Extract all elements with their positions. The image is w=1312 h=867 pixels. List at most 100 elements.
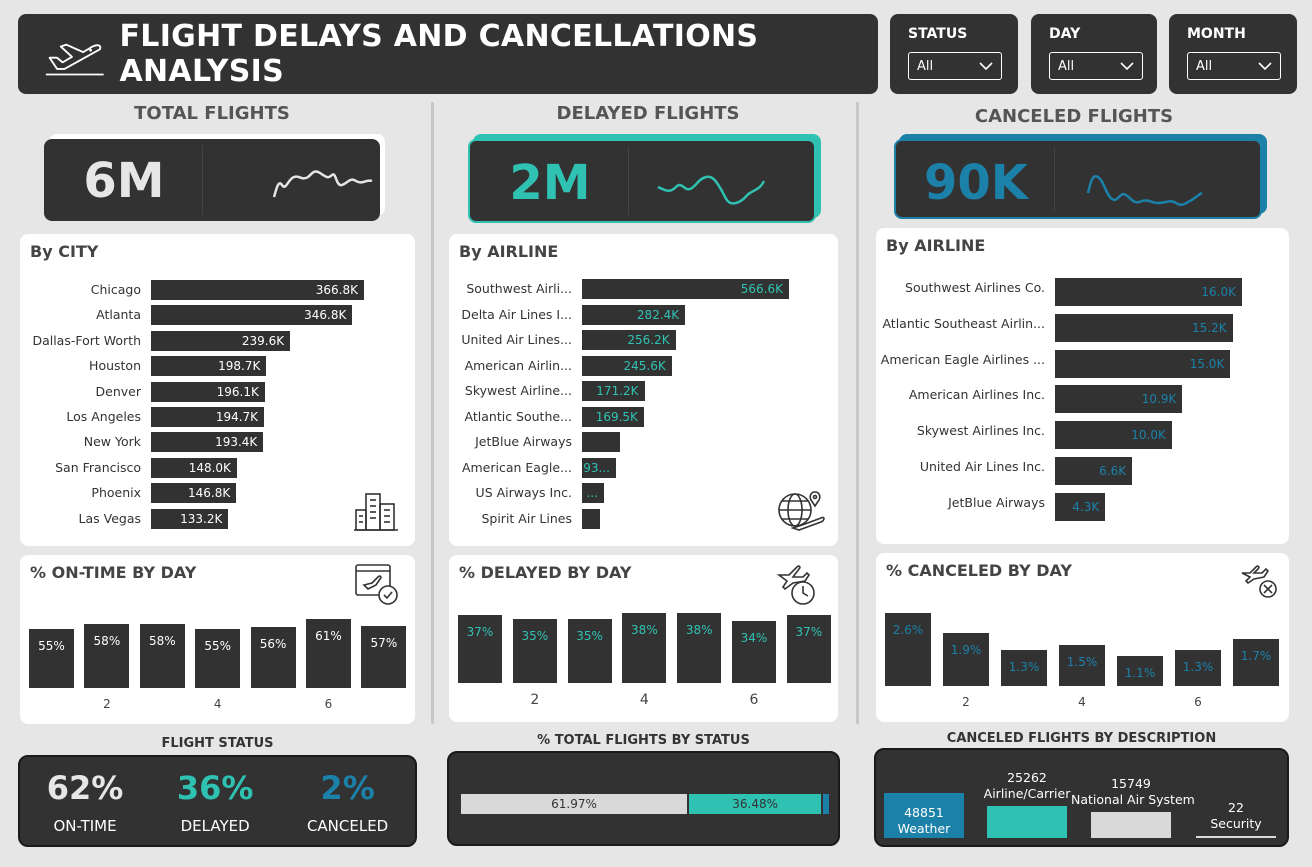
status-slicer: STATUS All bbox=[890, 14, 1018, 94]
slicer-label: STATUS bbox=[908, 26, 968, 42]
bar-category-label: Southwest Airli... bbox=[466, 281, 572, 296]
canceled-by-day-card: % CANCELED BY DAY 2.6% 1.9% 1.3% 1.5% 1.1% 1.… bbox=[876, 553, 1289, 722]
bar-data-label: 57% bbox=[370, 635, 398, 650]
bar-data-label: 1.1% bbox=[1124, 666, 1156, 680]
slicer-label: MONTH bbox=[1187, 26, 1246, 42]
day-bar: 37% bbox=[786, 615, 831, 683]
dropdown-value: All bbox=[917, 58, 934, 74]
bar-data-label: 169.5K bbox=[595, 409, 638, 424]
canceled-sparkline bbox=[1086, 175, 1203, 206]
day-bar: 1.5% bbox=[1059, 644, 1105, 686]
bar-category-label: Atlantic Southe... bbox=[464, 408, 572, 424]
bar: 282.4K bbox=[582, 304, 686, 325]
bar: 16.0K bbox=[1055, 278, 1242, 306]
bar-data-label: 1.3% bbox=[1182, 660, 1214, 675]
bar-data-label: 55% bbox=[204, 639, 232, 653]
bar-data-label: 16.0K bbox=[1201, 285, 1236, 299]
bar-data-label: 38% bbox=[631, 623, 658, 637]
bar-data-label: 239.6K bbox=[241, 333, 285, 348]
bar-data-label: 34% bbox=[740, 631, 768, 645]
bar-data-label: 148.0K bbox=[188, 460, 231, 475]
x-tick-label: 2 bbox=[962, 695, 970, 709]
ontime-stat: 62% ON-TIME bbox=[47, 769, 124, 835]
chevron-down-icon bbox=[1120, 62, 1134, 71]
bar-category-label: United Air Lines Inc. bbox=[919, 459, 1045, 474]
day-bar: 56% bbox=[250, 627, 296, 688]
day-dropdown[interactable]: All bbox=[1049, 52, 1143, 80]
ontime-by-day-card: % ON-TIME BY DAY 55% 58% 58% 55% 56% 61% 57% 2 4… bbox=[20, 555, 415, 724]
desc-block-airline-carrier bbox=[987, 805, 1067, 838]
slicer-label: DAY bbox=[1049, 26, 1081, 42]
day-bar: 38% bbox=[622, 613, 667, 683]
kpi-value: 2M bbox=[509, 155, 591, 211]
card-title: By AIRLINE bbox=[886, 236, 986, 255]
total-flights-kpi[interactable]: 6M bbox=[44, 139, 380, 221]
bar bbox=[582, 508, 601, 529]
desc-value: 25262 bbox=[1007, 769, 1047, 785]
bar-category-label: Las Vegas bbox=[78, 510, 142, 526]
stat-value: 62% bbox=[46, 769, 124, 807]
bar-category-label: Atlanta bbox=[96, 307, 141, 323]
bar: ... bbox=[582, 483, 604, 503]
status-dropdown[interactable]: All bbox=[908, 52, 1002, 80]
by-city-card: By CITY Chicago 366.8K Atlanta 346.8K Dallas… bbox=[20, 234, 415, 546]
day-bar: 2.6% bbox=[885, 613, 931, 686]
day-bar: 55% bbox=[195, 629, 241, 688]
bar-category-label: Dallas-Fort Worth bbox=[32, 332, 141, 348]
bar-category-label: American Airlines Inc. bbox=[908, 387, 1045, 403]
desc-label: Weather bbox=[897, 821, 951, 836]
segment-label: 36.48% bbox=[732, 797, 779, 811]
day-bar: 1.7% bbox=[1233, 638, 1279, 686]
day-slicer: DAY All bbox=[1031, 14, 1157, 94]
day-bar: 61% bbox=[306, 619, 351, 688]
bar: 93... bbox=[582, 457, 616, 478]
bar-data-label: 2.6% bbox=[892, 623, 924, 637]
kpi-divider bbox=[628, 147, 629, 215]
desc-value: 22 bbox=[1228, 800, 1244, 815]
bar: 256.2K bbox=[582, 330, 676, 350]
bar-data-label: 566.6K bbox=[740, 282, 783, 296]
bar-category-label: Delta Air Lines I... bbox=[461, 306, 572, 322]
canceled-flights-title: CANCELED FLIGHTS bbox=[974, 106, 1174, 127]
bar: 245.6K bbox=[582, 355, 672, 376]
stat-label: DELAYED bbox=[180, 817, 250, 835]
delayed-stat: 36% DELAYED bbox=[177, 769, 254, 835]
desc-title: CANCELED FLIGHTS BY DESCRIPTION bbox=[946, 731, 1217, 746]
bar-data-label: 146.8K bbox=[188, 486, 231, 501]
total-flights-title: TOTAL FLIGHTS bbox=[134, 103, 290, 124]
month-dropdown[interactable]: All bbox=[1187, 52, 1281, 80]
dashboard-header: FLIGHT DELAYS AND CANCELLATIONS ANALYSIS bbox=[18, 14, 878, 94]
bar-data-label: ... bbox=[586, 486, 598, 500]
desc-value: 48851 bbox=[904, 805, 944, 820]
bar-data-label: 193.4K bbox=[215, 435, 258, 450]
bar: 133.2K bbox=[151, 508, 229, 529]
bar: 566.6K bbox=[582, 279, 789, 299]
status-bar-panel: 61.97% 36.48% bbox=[447, 751, 840, 846]
status-segment-canceled bbox=[823, 794, 829, 814]
dropdown-value: All bbox=[1196, 58, 1213, 74]
day-bar: 1.1% bbox=[1117, 656, 1163, 686]
bar-data-label: 35% bbox=[521, 629, 549, 643]
day-bar: 38% bbox=[677, 613, 722, 683]
bar: 15.0K bbox=[1055, 349, 1231, 378]
bar-data-label: 4.3K bbox=[1072, 499, 1100, 514]
bar-category-label: American Eagle Airlines ... bbox=[880, 351, 1045, 367]
bar-category-label: Southwest Airlines Co. bbox=[905, 280, 1045, 295]
delayed-by-airline-card: By AIRLINE Southwest Airli... 566.6K Delta… bbox=[449, 234, 838, 546]
total-sparkline bbox=[272, 170, 373, 198]
bar-data-label: 198.7K bbox=[218, 359, 261, 374]
canceled-flights-kpi[interactable]: 90K bbox=[894, 139, 1262, 219]
x-tick-label: 4 bbox=[213, 697, 222, 711]
airplane-clock-icon bbox=[776, 565, 815, 605]
delayed-by-day-card: % DELAYED BY DAY 37% 35% 35% 38% 38% 34% 37% 2 4… bbox=[449, 555, 838, 722]
bar-category-label: Spirit Air Lines bbox=[481, 510, 572, 526]
flight-status-title: FLIGHT STATUS bbox=[161, 736, 274, 751]
kpi-value: 90K bbox=[924, 155, 1028, 211]
delayed-flights-kpi[interactable]: 2M bbox=[468, 139, 816, 223]
bar-data-label: 38% bbox=[685, 623, 713, 637]
x-tick-label: 6 bbox=[324, 697, 333, 711]
day-bar: 35% bbox=[512, 619, 557, 683]
bar-category-label: Chicago bbox=[90, 282, 141, 297]
canceled-stat: 2% CANCELED bbox=[307, 769, 388, 835]
bar-data-label: 37% bbox=[466, 625, 494, 639]
